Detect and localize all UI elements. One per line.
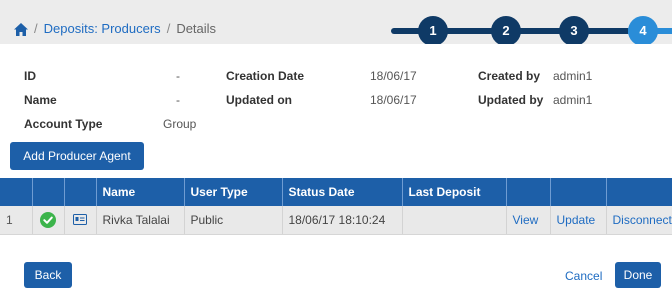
header-type [64,178,97,206]
row-index: 1 [0,206,33,235]
breadcrumb-deposits-producers[interactable]: Deposits: Producers [44,21,161,37]
row-type-cell [64,206,97,235]
footer-actions: Back Cancel Done [0,258,672,293]
back-button[interactable]: Back [24,262,72,288]
updated-on-value: 18/06/17 [370,93,417,107]
agents-table: Name User Type Status Date Last Deposit … [0,178,672,235]
creation-date-label: Creation Date [226,69,305,83]
account-type-label: Account Type [24,117,103,131]
update-link[interactable]: Update [550,206,607,235]
row-user-type: Public [184,206,283,235]
step-4-active[interactable]: 4 [628,16,658,46]
name-value: - [176,93,180,107]
breadcrumb-details: Details [176,21,217,36]
disconnect-link[interactable]: Disconnect [606,206,672,235]
cancel-link[interactable]: Cancel [565,269,602,283]
updated-on-label: Updated on [226,93,292,107]
check-circle-icon [40,211,56,228]
row-status-cell [32,206,65,235]
creation-date-value: 18/06/17 [370,69,417,83]
created-by-label: Created by [478,69,541,83]
row-name: Rivka Talalai [96,206,185,235]
account-type-value: Group [163,117,197,131]
header-update [550,178,607,206]
header-disconnect [606,178,672,206]
header-name[interactable]: Name [96,178,185,206]
view-link[interactable]: View [506,206,551,235]
header-last-deposit[interactable]: Last Deposit [402,178,507,206]
row-status-date: 18/06/17 18:10:24 [282,206,403,235]
header-view [506,178,551,206]
row-last-deposit [402,206,507,235]
name-label: Name [24,93,57,107]
done-button[interactable]: Done [615,262,661,288]
id-card-icon [73,214,87,226]
header-status [32,178,65,206]
table-header-row: Name User Type Status Date Last Deposit [0,178,672,206]
step-1[interactable]: 1 [418,16,448,46]
producer-details: ID - Name - Account Type Group Creation … [0,66,672,131]
breadcrumb-separator: / [34,21,38,36]
home-icon[interactable] [14,22,28,36]
breadcrumb: / Deposits: Producers / Details [14,21,216,37]
table-row[interactable]: 1 Rivka Talalai Public 18/06/17 18:10:24… [0,206,672,235]
id-value: - [176,69,180,83]
breadcrumb-separator: / [166,21,171,36]
id-label: ID [24,69,36,83]
updated-by-value: admin1 [553,93,593,107]
header-status-date[interactable]: Status Date [282,178,403,206]
header-user-type[interactable]: User Type [184,178,283,206]
add-producer-agent-button[interactable]: Add Producer Agent [10,142,144,170]
updated-by-label: Updated by [478,93,544,107]
step-3[interactable]: 3 [559,16,589,46]
header-index [0,178,33,206]
step-2[interactable]: 2 [491,16,521,46]
created-by-value: admin1 [553,69,593,83]
